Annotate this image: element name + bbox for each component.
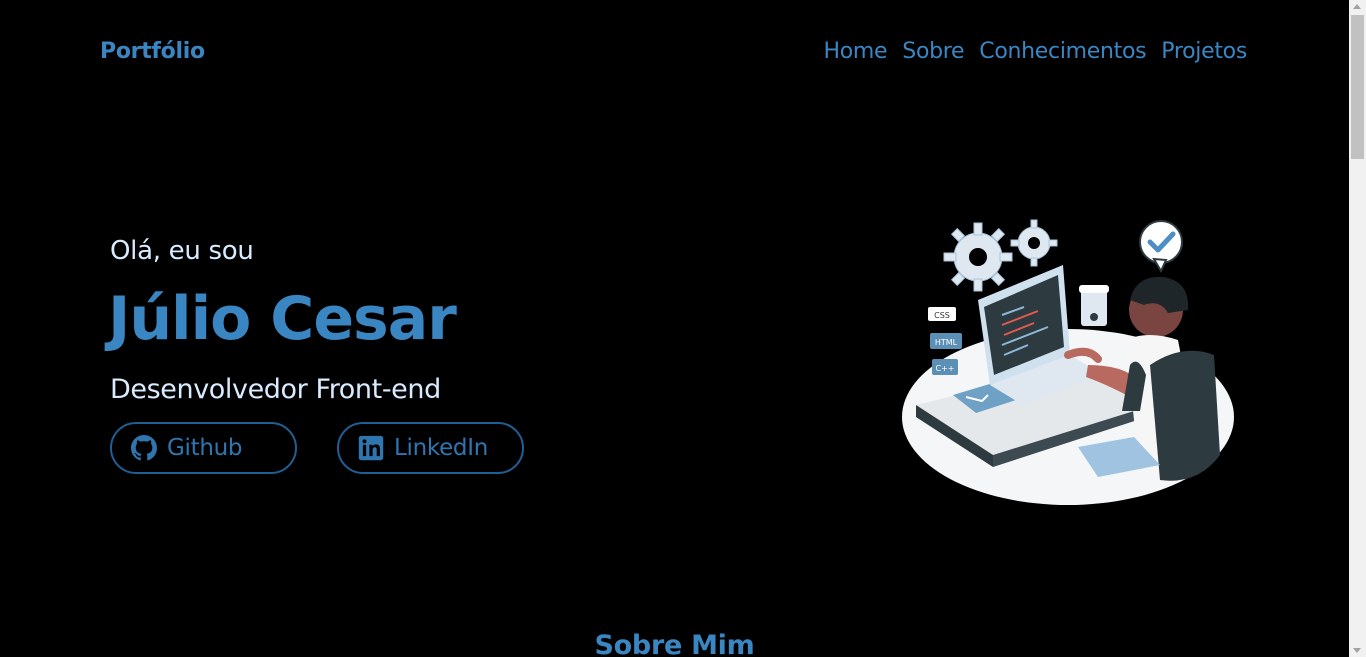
- hero-role: Desenvolvedor Front-end: [110, 374, 441, 405]
- tech-badges: CSS HTML C++: [928, 307, 962, 375]
- badge-html: HTML: [935, 338, 958, 347]
- main-nav: Home Sobre Conhecimentos Projetos: [824, 39, 1248, 64]
- page: Portfólio Home Sobre Conhecimentos Proje…: [0, 0, 1349, 657]
- developer-illustration: CSS HTML C++: [902, 219, 1234, 505]
- hero-name: Júlio Cesar: [108, 284, 457, 354]
- github-icon: [131, 435, 157, 461]
- nav-sobre[interactable]: Sobre: [902, 39, 964, 64]
- badge-cpp: C++: [936, 364, 955, 373]
- linkedin-button-label: LinkedIn: [394, 435, 488, 461]
- scroll-down-icon[interactable]: [1353, 648, 1361, 653]
- brand-logo[interactable]: Portfólio: [100, 39, 205, 64]
- linkedin-button[interactable]: LinkedIn: [337, 422, 524, 474]
- badge-css: CSS: [934, 311, 950, 320]
- github-button[interactable]: Github: [110, 422, 297, 474]
- page-scrollbar[interactable]: [1349, 0, 1366, 657]
- scrollbar-thumb[interactable]: [1351, 15, 1364, 159]
- linkedin-icon: [358, 435, 384, 461]
- nav-conhecimentos[interactable]: Conhecimentos: [979, 39, 1146, 64]
- hero-greeting: Olá, eu sou: [110, 236, 254, 266]
- scroll-up-icon[interactable]: [1353, 4, 1361, 9]
- about-section-title: Sobre Mim: [594, 630, 755, 657]
- github-button-label: Github: [167, 435, 243, 461]
- nav-projetos[interactable]: Projetos: [1161, 39, 1247, 64]
- nav-home[interactable]: Home: [824, 39, 888, 64]
